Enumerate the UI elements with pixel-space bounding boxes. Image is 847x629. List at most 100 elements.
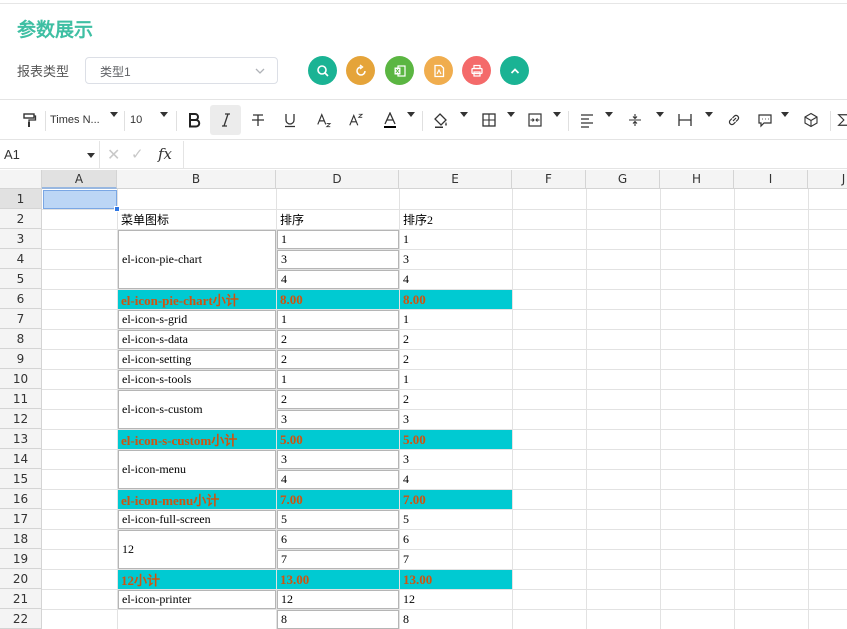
- font-color-button[interactable]: [379, 100, 401, 140]
- cell-d7[interactable]: 1: [277, 310, 399, 329]
- font-family-select[interactable]: Times N...: [50, 100, 110, 140]
- cell-e2[interactable]: 排序2: [400, 210, 512, 229]
- cell-b18[interactable]: 12: [118, 530, 276, 569]
- cell-b10[interactable]: el-icon-s-tools: [118, 370, 276, 389]
- cell-d4[interactable]: 3: [277, 250, 399, 269]
- row-header-22[interactable]: 22: [0, 609, 42, 629]
- cell-b17[interactable]: el-icon-full-screen: [118, 510, 276, 529]
- valign-dropdown-icon[interactable]: [656, 112, 664, 117]
- row-header-3[interactable]: 3: [0, 229, 42, 249]
- row-header-14[interactable]: 14: [0, 449, 42, 469]
- cell-reference-dropdown-icon[interactable]: [87, 153, 95, 158]
- row-header-6[interactable]: 6: [0, 289, 42, 309]
- print-button[interactable]: [462, 56, 491, 85]
- cell-d20[interactable]: 13.00: [277, 570, 399, 589]
- cell-b16[interactable]: el-icon-menu小计: [118, 490, 276, 509]
- column-header-i[interactable]: I: [734, 170, 808, 189]
- cell-d12[interactable]: 3: [277, 410, 399, 429]
- cell-d2[interactable]: 排序: [277, 210, 399, 229]
- cell-e5[interactable]: 4: [400, 270, 512, 289]
- column-header-d[interactable]: D: [276, 170, 399, 189]
- cell-e14[interactable]: 3: [400, 450, 512, 469]
- row-header-17[interactable]: 17: [0, 509, 42, 529]
- cell-e12[interactable]: 3: [400, 410, 512, 429]
- cell-d17[interactable]: 5: [277, 510, 399, 529]
- cell-e21[interactable]: 12: [400, 590, 512, 609]
- row-header-11[interactable]: 11: [0, 389, 42, 409]
- merge-dropdown-icon[interactable]: [553, 112, 561, 117]
- export-excel-button[interactable]: X: [385, 56, 414, 85]
- italic-button[interactable]: [215, 100, 237, 140]
- cell-d21[interactable]: 12: [277, 590, 399, 609]
- cell-b9[interactable]: el-icon-setting: [118, 350, 276, 369]
- column-header-e[interactable]: E: [399, 170, 512, 189]
- row-header-18[interactable]: 18: [0, 529, 42, 549]
- column-header-a[interactable]: A: [42, 170, 117, 189]
- search-button[interactable]: [308, 56, 337, 85]
- vertical-align-button[interactable]: [624, 100, 646, 140]
- cell-b20[interactable]: 12小计: [118, 570, 276, 589]
- cell-b11[interactable]: el-icon-s-custom: [118, 390, 276, 429]
- row-header-4[interactable]: 4: [0, 249, 42, 269]
- text-wrap-button[interactable]: [674, 100, 696, 140]
- column-header-h[interactable]: H: [660, 170, 734, 189]
- spreadsheet-grid[interactable]: A B D E F G H I J 1 2 3 4 5 6 7 8 9 10 11 12 13 14 15 16 17 18 19 20…: [0, 170, 847, 629]
- font-family-dropdown-icon[interactable]: [110, 112, 118, 117]
- cell-e22[interactable]: 8: [400, 610, 512, 629]
- cell-e6[interactable]: 8.00: [400, 290, 512, 309]
- font-color-dropdown-icon[interactable]: [407, 112, 415, 117]
- cancel-edit-icon[interactable]: ✕: [107, 145, 120, 165]
- row-header-12[interactable]: 12: [0, 409, 42, 429]
- cell-reference-box[interactable]: A1: [4, 147, 20, 162]
- underline-button[interactable]: [279, 100, 301, 140]
- column-header-j[interactable]: J: [808, 170, 847, 189]
- confirm-edit-icon[interactable]: ✓: [131, 145, 144, 163]
- cell-b2[interactable]: 菜单图标: [118, 210, 276, 229]
- report-type-select[interactable]: 类型1: [85, 57, 278, 84]
- row-header-19[interactable]: 19: [0, 549, 42, 569]
- cell-d11[interactable]: 2: [277, 390, 399, 409]
- cell-b22[interactable]: [118, 610, 276, 629]
- align-dropdown-icon[interactable]: [605, 112, 613, 117]
- fill-color-button[interactable]: [430, 100, 452, 140]
- cell-d8[interactable]: 2: [277, 330, 399, 349]
- export-pdf-button[interactable]: [424, 56, 453, 85]
- row-header-15[interactable]: 15: [0, 469, 42, 489]
- cell-b3[interactable]: el-icon-pie-chart: [118, 230, 276, 289]
- cell-e3[interactable]: 1: [400, 230, 512, 249]
- row-header-20[interactable]: 20: [0, 569, 42, 589]
- format-painter-button[interactable]: [18, 100, 40, 140]
- borders-button[interactable]: [478, 100, 500, 140]
- borders-dropdown-icon[interactable]: [507, 112, 515, 117]
- fill-color-dropdown-icon[interactable]: [460, 112, 468, 117]
- cell-e11[interactable]: 2: [400, 390, 512, 409]
- row-header-1[interactable]: 1: [0, 189, 42, 209]
- cell-b8[interactable]: el-icon-s-data: [118, 330, 276, 349]
- cell-d5[interactable]: 4: [277, 270, 399, 289]
- align-button[interactable]: [576, 100, 598, 140]
- row-header-2[interactable]: 2: [0, 209, 42, 229]
- cell-e16[interactable]: 7.00: [400, 490, 512, 509]
- cell-b21[interactable]: el-icon-printer: [118, 590, 276, 609]
- function-icon[interactable]: fx: [158, 145, 172, 163]
- cell-d18[interactable]: 6: [277, 530, 399, 549]
- sum-button[interactable]: [836, 100, 847, 140]
- cell-d10[interactable]: 1: [277, 370, 399, 389]
- cell-b7[interactable]: el-icon-s-grid: [118, 310, 276, 329]
- row-header-9[interactable]: 9: [0, 349, 42, 369]
- cell-e19[interactable]: 7: [400, 550, 512, 569]
- select-all-corner[interactable]: [0, 170, 42, 189]
- freeze-button[interactable]: [800, 100, 822, 140]
- cell-e4[interactable]: 3: [400, 250, 512, 269]
- cell-e8[interactable]: 2: [400, 330, 512, 349]
- font-size-dropdown-icon[interactable]: [160, 112, 168, 117]
- cell-d13[interactable]: 5.00: [277, 430, 399, 449]
- cell-e15[interactable]: 4: [400, 470, 512, 489]
- cell-d9[interactable]: 2: [277, 350, 399, 369]
- reset-button[interactable]: [346, 56, 375, 85]
- cell-e18[interactable]: 6: [400, 530, 512, 549]
- superscript-button[interactable]: [343, 100, 369, 140]
- cell-d19[interactable]: 7: [277, 550, 399, 569]
- cell-d3[interactable]: 1: [277, 230, 399, 249]
- row-header-16[interactable]: 16: [0, 489, 42, 509]
